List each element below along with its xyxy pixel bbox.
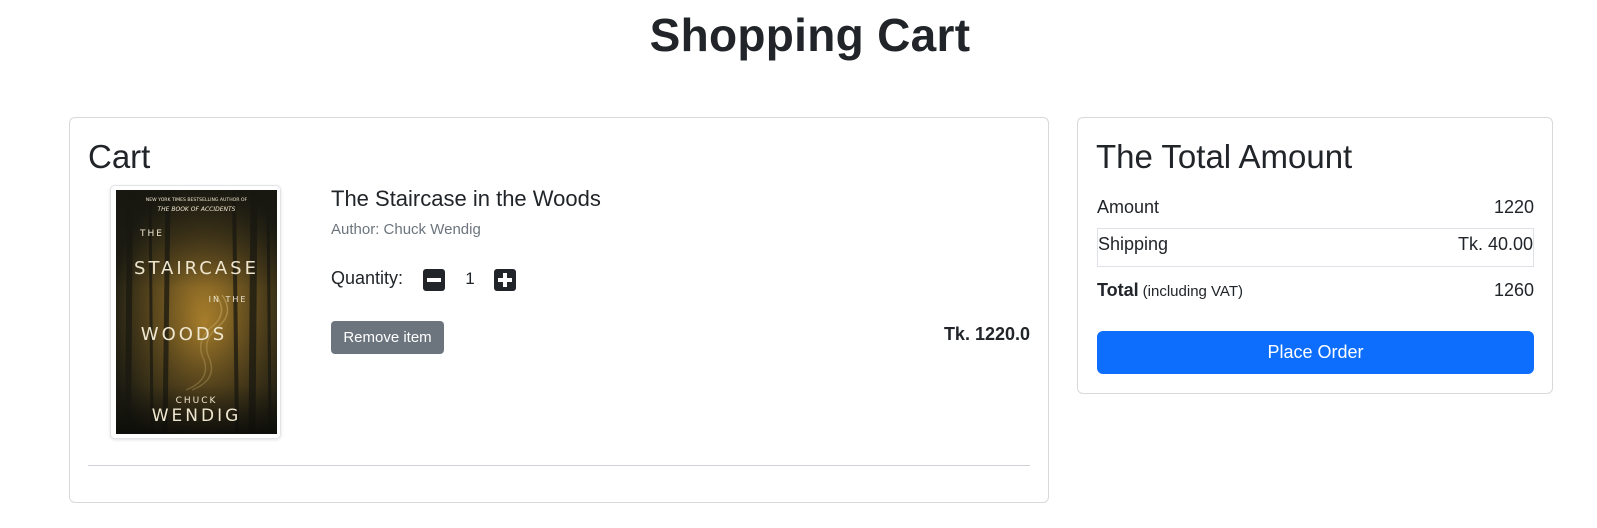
minus-square-icon[interactable] <box>423 269 445 291</box>
cover-author-line-1: CHUCK <box>176 396 218 406</box>
cart-divider <box>88 465 1030 466</box>
amount-row: Amount 1220 <box>1097 197 1534 225</box>
shipping-row: Shipping Tk. 40.00 <box>1097 228 1534 267</box>
summary-card: The Total Amount Amount 1220 Shipping Tk… <box>1077 117 1553 394</box>
remove-item-button[interactable]: Remove item <box>331 321 444 354</box>
shipping-value: Tk. 40.00 <box>1457 234 1533 254</box>
cart-heading: Cart <box>88 138 151 175</box>
cover-tagline: NEW YORK TIMES BESTSELLING AUTHOR OF <box>146 197 248 203</box>
item-title[interactable]: The Staircase in the Woods <box>331 186 601 212</box>
total-note: (including VAT) <box>1142 283 1243 300</box>
cover-title-line-2: STAIRCASE <box>134 258 259 279</box>
shipping-label: Shipping <box>1098 234 1169 254</box>
page-title: Shopping Cart <box>649 9 971 61</box>
cover-title-line-3: IN THE <box>209 295 248 304</box>
total-label-group: Total (including VAT) <box>1097 280 1243 308</box>
cover-title-line-1: THE <box>139 229 164 239</box>
book-cover-frame: NEW YORK TIMES BESTSELLING AUTHOR OF THE… <box>110 185 281 439</box>
total-value: 1260 <box>1493 280 1534 300</box>
quantity-label: Quantity: <box>331 268 404 288</box>
amount-label: Amount <box>1097 197 1160 217</box>
summary-heading: The Total Amount <box>1096 138 1353 175</box>
total-label: Total <box>1097 280 1139 300</box>
place-order-button[interactable]: Place Order <box>1097 331 1534 374</box>
amount-value: 1220 <box>1493 197 1534 217</box>
plus-square-icon[interactable] <box>494 269 516 291</box>
quantity-value: 1 <box>465 269 475 288</box>
item-author: Author: Chuck Wendig <box>331 221 481 238</box>
item-price: Tk. 1220.0 <box>943 324 1030 344</box>
book-cover-image: NEW YORK TIMES BESTSELLING AUTHOR OF THE… <box>116 190 277 434</box>
cover-title-line-4: WOODS <box>141 324 227 345</box>
cover-author-line-2: WENDIG <box>152 406 242 426</box>
cart-card: Cart NEW YORK TIMES BESTSELLING AUTHOR O… <box>69 117 1049 503</box>
total-row: Total (including VAT) 1260 <box>1097 280 1534 308</box>
cover-previous-book: THE BOOK OF ACCIDENTS <box>158 206 236 213</box>
